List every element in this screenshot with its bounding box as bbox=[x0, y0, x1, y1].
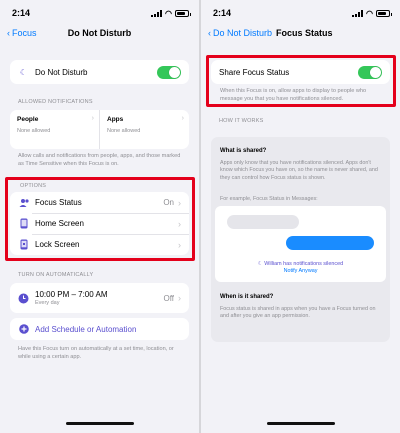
people-title: People bbox=[17, 116, 39, 123]
schedule-text: 10:00 PM – 7:00 AM Every day bbox=[35, 290, 163, 306]
allowed-notifications-card: People None allowed › Apps None allowed … bbox=[10, 110, 189, 149]
how-header: HOW IT WORKS bbox=[219, 118, 264, 124]
options-highlight-box bbox=[5, 177, 195, 261]
when-shared-text: Focus status is shared in apps when you … bbox=[220, 306, 376, 320]
wifi-icon: ◠ bbox=[165, 9, 172, 18]
dnd-card: ☾ Do Not Disturb bbox=[10, 60, 189, 84]
schedule-card: 10:00 PM – 7:00 AM Every day Off › bbox=[10, 283, 189, 313]
share-highlight-box bbox=[206, 55, 396, 107]
chevron-right-icon: › bbox=[181, 115, 184, 122]
apps-title: Apps bbox=[107, 116, 124, 123]
status-bar: 2:14 ◠ bbox=[12, 8, 191, 20]
dnd-toggle[interactable] bbox=[157, 65, 181, 79]
allowed-footnote: Allow calls and notifications from peopl… bbox=[18, 153, 181, 167]
when-shared-title: When is it shared? bbox=[220, 294, 274, 300]
signal-icon bbox=[352, 10, 364, 17]
chevron-right-icon: › bbox=[178, 293, 181, 303]
add-schedule-button[interactable]: Add Schedule or Automation bbox=[10, 318, 189, 340]
what-shared-title: What is shared? bbox=[220, 148, 267, 154]
status-icons: ◠ bbox=[151, 9, 191, 18]
do-not-disturb-screen: 2:14 ◠ ‹ Focus Do Not Disturb ☾ Do Not D… bbox=[0, 0, 199, 433]
apps-subtitle: None allowed bbox=[107, 128, 141, 134]
add-schedule-label: Add Schedule or Automation bbox=[35, 324, 137, 334]
back-label: Do Not Disturb bbox=[213, 28, 273, 38]
apps-button[interactable]: Apps None allowed › bbox=[99, 110, 189, 149]
status-time: 2:14 bbox=[213, 8, 232, 18]
allowed-header: ALLOWED NOTIFICATIONS bbox=[18, 99, 93, 105]
nav-bar: ‹ Focus Do Not Disturb bbox=[0, 26, 199, 42]
add-schedule-card: Add Schedule or Automation bbox=[10, 318, 189, 340]
focus-status-screen: 2:14 ◠ ‹ Do Not Disturb Focus Status Sha… bbox=[201, 0, 400, 433]
auto-footnote: Have this Focus turn on automatically at… bbox=[18, 346, 174, 360]
moon-icon: ☾ bbox=[257, 261, 263, 267]
chevron-left-icon: ‹ bbox=[208, 28, 211, 38]
outgoing-bubble bbox=[286, 236, 374, 250]
battery-icon bbox=[376, 10, 392, 17]
status-time: 2:14 bbox=[12, 8, 31, 18]
schedule-value: Off bbox=[163, 293, 174, 303]
what-shared-text: Apps only know that you have notificatio… bbox=[220, 160, 378, 181]
chevron-right-icon: › bbox=[91, 115, 94, 122]
people-subtitle: None allowed bbox=[17, 128, 51, 134]
incoming-bubble bbox=[227, 215, 299, 229]
people-button[interactable]: People None allowed › bbox=[10, 110, 99, 149]
status-bar: 2:14 ◠ bbox=[213, 8, 392, 20]
silenced-note: ☾ William has notifications silenced bbox=[215, 261, 386, 268]
plus-icon bbox=[18, 324, 29, 334]
moon-icon: ☾ bbox=[19, 67, 28, 77]
nav-bar: ‹ Do Not Disturb Focus Status bbox=[201, 26, 400, 42]
back-button[interactable]: ‹ Do Not Disturb bbox=[208, 28, 272, 38]
wifi-icon: ◠ bbox=[366, 9, 373, 18]
example-text: For example, Focus Status in Messages: bbox=[220, 196, 318, 202]
schedule-days: Every day bbox=[35, 300, 60, 306]
schedule-row[interactable]: 10:00 PM – 7:00 AM Every day Off › bbox=[10, 283, 189, 313]
messages-example: ☾ William has notifications silenced Not… bbox=[215, 206, 386, 282]
signal-icon bbox=[151, 10, 163, 17]
notify-anyway-link[interactable]: Notify Anyway bbox=[215, 268, 386, 274]
home-indicator[interactable] bbox=[66, 422, 134, 425]
clock-icon bbox=[18, 293, 29, 304]
status-icons: ◠ bbox=[352, 9, 392, 18]
auto-header: TURN ON AUTOMATICALLY bbox=[18, 272, 94, 278]
page-title: Focus Status bbox=[276, 28, 333, 38]
silenced-note-text: William has notifications silenced bbox=[264, 261, 344, 267]
battery-icon bbox=[175, 10, 191, 17]
schedule-time: 10:00 PM – 7:00 AM bbox=[35, 290, 108, 299]
home-indicator[interactable] bbox=[267, 422, 335, 425]
page-title: Do Not Disturb bbox=[67, 28, 132, 38]
dnd-label: Do Not Disturb bbox=[35, 67, 88, 77]
dnd-toggle-row[interactable]: ☾ Do Not Disturb bbox=[10, 60, 189, 84]
